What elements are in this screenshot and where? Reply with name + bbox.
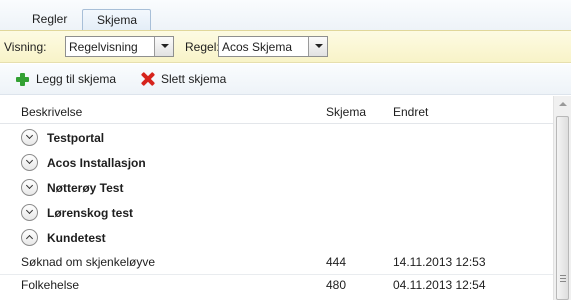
- view-label: Visning:: [4, 40, 47, 54]
- toolbar: Legg til skjema Slett skjema: [0, 64, 571, 95]
- view-select[interactable]: Regelvisning: [65, 36, 174, 57]
- group-label: Lørenskog test: [47, 206, 134, 220]
- rule-label: Regel:: [185, 40, 220, 54]
- cell-beskrivelse: Søknad om skjenkeløyve: [21, 255, 156, 269]
- cell-endret: 04.11.2013 12:54: [393, 278, 486, 292]
- column-header-endret[interactable]: Endret: [393, 105, 428, 119]
- group-label: Nøtterøy Test: [47, 181, 124, 195]
- add-form-label: Legg til skjema: [36, 72, 117, 86]
- cell-skjema: 444: [326, 255, 347, 269]
- group-row-lorenskog-test[interactable]: Lørenskog test: [0, 201, 553, 226]
- group-row-acos-installasjon[interactable]: Acos Installasjon: [0, 151, 553, 176]
- table-row[interactable]: Søknad om skjenkeløyve 444 14.11.2013 12…: [0, 252, 553, 274]
- group-label: Acos Installasjon: [47, 156, 146, 170]
- cell-beskrivelse: Folkehelse: [21, 278, 80, 292]
- scroll-up-arrow-icon[interactable]: [559, 102, 567, 106]
- rule-select[interactable]: Acos Skjema: [218, 36, 328, 57]
- column-header-beskrivelse[interactable]: Beskrivelse: [21, 105, 82, 119]
- rule-select-value: Acos Skjema: [222, 40, 293, 54]
- tab-bar: Regler Skjema: [0, 0, 571, 31]
- delete-x-icon: [141, 72, 155, 86]
- grip-icon: [560, 275, 566, 282]
- expand-icon[interactable]: [21, 129, 38, 146]
- cell-endret: 14.11.2013 12:53: [393, 255, 486, 269]
- chevron-down-icon[interactable]: [308, 37, 327, 56]
- tab-skjema[interactable]: Skjema: [82, 9, 151, 31]
- column-header-skjema[interactable]: Skjema: [326, 105, 366, 119]
- filter-bar: Visning: Regelvisning Regel: Acos Skjema: [0, 30, 571, 63]
- group-row-notteroy-test[interactable]: Nøtterøy Test: [0, 176, 553, 201]
- expand-icon[interactable]: [21, 154, 38, 171]
- table-row[interactable]: Folkehelse 480 04.11.2013 12:54: [0, 274, 553, 296]
- forms-panel: Regler Skjema Visning: Regelvisning Rege…: [0, 0, 571, 300]
- view-select-value: Regelvisning: [69, 40, 138, 54]
- plus-icon: [16, 73, 29, 86]
- expand-icon[interactable]: [21, 179, 38, 196]
- tab-regler[interactable]: Regler: [22, 9, 77, 31]
- vertical-scrollbar[interactable]: [553, 96, 571, 300]
- cell-skjema: 480: [326, 278, 347, 292]
- group-label: Testportal: [47, 131, 105, 145]
- group-row-kundetest[interactable]: Kundetest: [0, 226, 553, 251]
- delete-form-label: Slett skjema: [161, 72, 227, 86]
- group-label: Kundetest: [47, 231, 106, 245]
- grid-header: Beskrivelse Skjema Endret: [0, 96, 553, 124]
- chevron-down-icon[interactable]: [154, 37, 173, 56]
- forms-grid: Beskrivelse Skjema Endret Testportal Aco…: [0, 96, 553, 300]
- group-row-testportal[interactable]: Testportal: [0, 126, 553, 151]
- expand-icon[interactable]: [21, 204, 38, 221]
- scroll-thumb[interactable]: [556, 116, 569, 300]
- collapse-icon[interactable]: [21, 229, 38, 246]
